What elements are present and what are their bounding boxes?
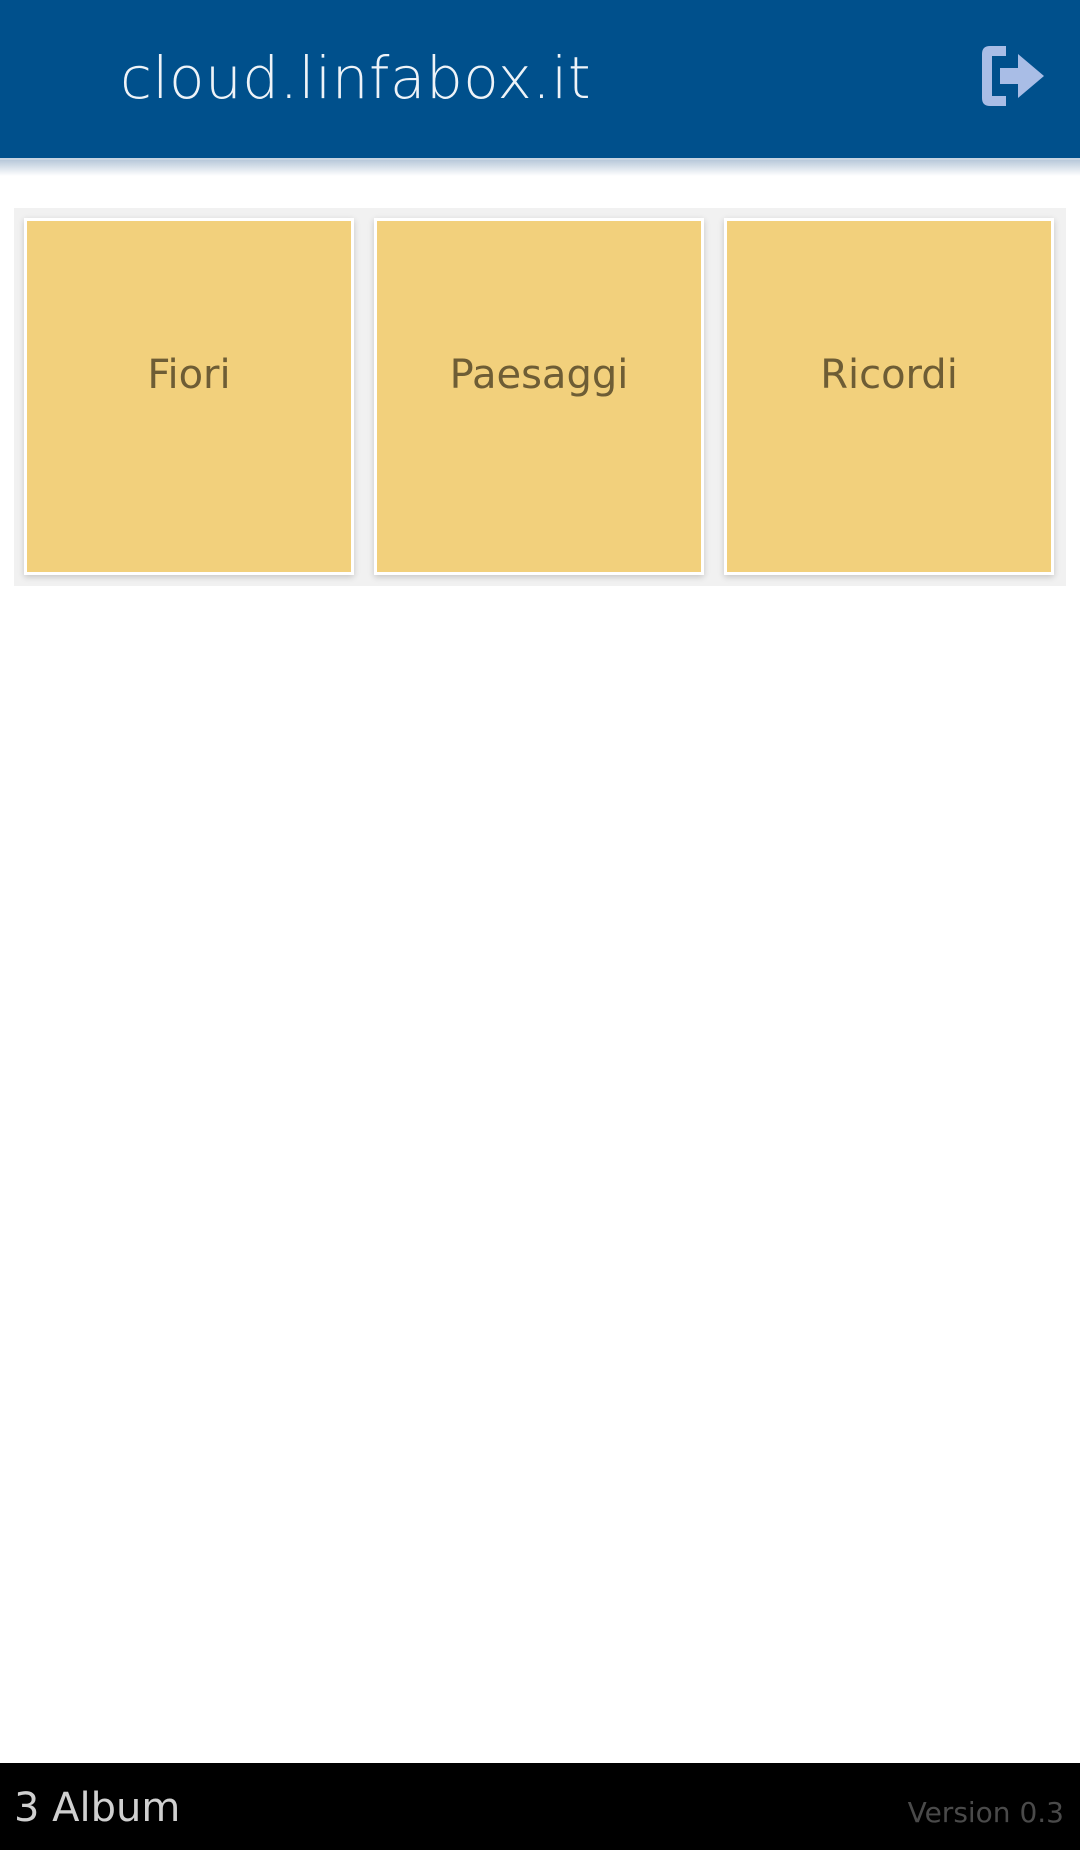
album-count: 3 Album xyxy=(14,1785,181,1831)
album-label: Fiori xyxy=(147,352,231,398)
app-header: cloud.linfabox.it xyxy=(0,0,1080,160)
header-shadow xyxy=(0,160,1080,176)
version-label: Version 0.3 xyxy=(907,1796,1064,1829)
logout-button[interactable] xyxy=(976,40,1048,112)
sign-out-icon xyxy=(982,46,1044,106)
album-tile-paesaggi[interactable]: Paesaggi xyxy=(374,218,704,575)
album-label: Paesaggi xyxy=(449,352,629,398)
album-tile-ricordi[interactable]: Ricordi xyxy=(724,218,1054,575)
app-screen: cloud.linfabox.it Fiori Paesaggi Ricordi… xyxy=(0,0,1080,1850)
album-tile-fiori[interactable]: Fiori xyxy=(24,218,354,575)
album-grid: Fiori Paesaggi Ricordi xyxy=(14,208,1066,586)
app-title: cloud.linfabox.it xyxy=(120,44,592,112)
app-footer: 3 Album Version 0.3 xyxy=(0,1763,1080,1850)
album-label: Ricordi xyxy=(820,352,958,398)
